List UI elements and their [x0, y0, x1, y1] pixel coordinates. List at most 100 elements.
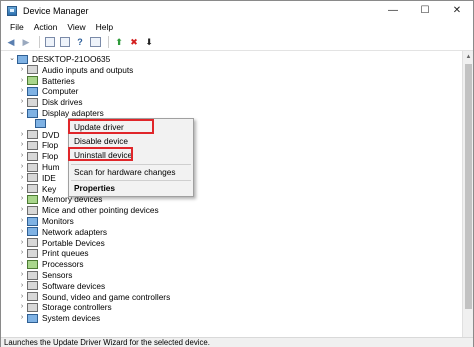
scroll-up-icon[interactable]: ▲: [463, 51, 474, 62]
toolbar: ◀ ▶ ? ⬆ ✖ ⬇: [1, 34, 473, 51]
expand-chevron-icon[interactable]: ›: [17, 216, 27, 226]
tree-item-label: Audio inputs and outputs: [42, 64, 134, 75]
device-category-icon: [27, 140, 38, 150]
tree-item[interactable]: › Network adapters: [17, 227, 107, 237]
maximize-button[interactable]: ☐: [409, 1, 441, 20]
device-manager-app-icon: [7, 5, 17, 16]
tree-item[interactable]: › Computer: [17, 86, 79, 96]
expand-chevron-icon[interactable]: ›: [17, 227, 27, 237]
expand-chevron-icon[interactable]: ›: [17, 76, 27, 86]
expand-chevron-icon[interactable]: ›: [17, 130, 27, 140]
expand-chevron-icon[interactable]: ›: [17, 162, 27, 172]
window-controls: — ☐ ✕: [377, 1, 473, 20]
device-category-icon: [27, 292, 38, 302]
show-hidden-icon[interactable]: [59, 36, 71, 48]
ctx-scan-hardware[interactable]: Scan for hardware changes: [69, 166, 193, 179]
tree-item[interactable]: › System devices: [17, 313, 100, 323]
tree-item[interactable]: › Software devices: [17, 281, 105, 291]
tree-item[interactable]: › Sound, video and game controllers: [17, 292, 170, 302]
expand-chevron-icon[interactable]: ›: [17, 302, 27, 312]
tree-item[interactable]: › Mice and other pointing devices: [17, 205, 159, 215]
tree-item[interactable]: › Storage controllers: [17, 302, 112, 312]
tree-item[interactable]: › DVD: [17, 130, 60, 140]
menu-bar: File Action View Help: [1, 20, 473, 34]
menu-help[interactable]: Help: [91, 22, 118, 32]
scrollbar-thumb[interactable]: [465, 64, 472, 309]
tree-item-label: System devices: [42, 313, 101, 324]
device-category-icon: [27, 216, 38, 226]
uninstall-icon[interactable]: ✖: [128, 36, 140, 48]
tree-root[interactable]: ⌄ DESKTOP-21OO635: [7, 54, 110, 64]
device-category-icon: [27, 248, 38, 258]
expand-chevron-icon[interactable]: ›: [17, 205, 27, 215]
properties-icon[interactable]: [44, 36, 56, 48]
device-manager-window: Device Manager — ☐ ✕ File Action View He…: [0, 0, 474, 347]
device-category-icon: [27, 281, 38, 291]
tree-item-label: Monitors: [42, 216, 74, 226]
tree-item[interactable]: ⌄ Display adapters: [17, 108, 104, 118]
tree-item[interactable]: › Print queues: [17, 248, 89, 258]
help-icon[interactable]: ?: [74, 36, 86, 48]
expand-chevron-icon[interactable]: ›: [17, 140, 27, 150]
forward-arrow-icon[interactable]: ▶: [20, 36, 32, 48]
minimize-button[interactable]: —: [377, 1, 409, 20]
tree-item-label: Flop: [42, 140, 59, 151]
tree-item-label: IDE: [42, 172, 56, 183]
tree-item[interactable]: › Batteries: [17, 76, 75, 86]
device-panel-icon[interactable]: [89, 36, 101, 48]
expand-chevron-icon[interactable]: ›: [17, 65, 27, 75]
computer-icon: [17, 54, 28, 64]
tree-item[interactable]: › Disk drives: [17, 97, 83, 107]
tree-item[interactable]: › IDE: [17, 173, 56, 183]
expand-chevron-icon[interactable]: ›: [17, 151, 27, 161]
expand-chevron-icon[interactable]: ›: [17, 86, 27, 96]
expand-chevron-icon[interactable]: ›: [17, 194, 27, 204]
expand-chevron-icon[interactable]: ›: [17, 313, 27, 323]
tree-item[interactable]: › Flop: [17, 151, 58, 161]
tree-item[interactable]: › Flop: [17, 140, 58, 150]
device-category-icon: [27, 205, 38, 215]
tree-root-label: DESKTOP-21OO635: [32, 54, 111, 64]
scan-icon[interactable]: ⬇: [143, 36, 155, 48]
ctx-separator: [71, 180, 191, 181]
expand-chevron-icon[interactable]: ›: [17, 292, 27, 302]
tree-item[interactable]: › Monitors: [17, 216, 74, 226]
expand-chevron-icon[interactable]: ›: [17, 97, 27, 107]
vertical-scrollbar[interactable]: ▲: [462, 51, 473, 337]
ctx-properties[interactable]: Properties: [69, 182, 193, 195]
device-category-icon: [27, 76, 38, 86]
tree-item[interactable]: › Hum: [17, 162, 60, 172]
expand-chevron-icon[interactable]: ›: [17, 270, 27, 280]
device-category-icon: [27, 65, 38, 75]
update-driver-icon[interactable]: ⬆: [113, 36, 125, 48]
toolbar-separator: [39, 36, 40, 48]
back-arrow-icon[interactable]: ◀: [5, 36, 17, 48]
expand-chevron-icon[interactable]: ›: [17, 248, 27, 258]
tree-item[interactable]: › Sensors: [17, 270, 73, 280]
menu-file[interactable]: File: [5, 22, 29, 32]
collapse-chevron-icon[interactable]: ⌄: [17, 108, 27, 118]
collapse-chevron-icon[interactable]: ⌄: [7, 54, 17, 64]
expand-chevron-icon[interactable]: ›: [17, 281, 27, 291]
device-category-icon: [27, 97, 38, 107]
device-category-icon: [27, 108, 38, 118]
display-adapter-device-icon[interactable]: [35, 119, 46, 128]
expand-chevron-icon[interactable]: ›: [17, 173, 27, 183]
expand-chevron-icon[interactable]: ›: [17, 238, 27, 248]
close-button[interactable]: ✕: [441, 1, 473, 20]
tree-item[interactable]: › Processors: [17, 259, 84, 269]
menu-view[interactable]: View: [62, 22, 90, 32]
tree-item-label: Batteries: [42, 75, 75, 86]
menu-action[interactable]: Action: [29, 22, 63, 32]
highlight-update-driver: [68, 119, 154, 134]
device-category-icon: [27, 302, 38, 312]
expand-chevron-icon[interactable]: ›: [17, 184, 27, 194]
device-category-icon: [27, 162, 38, 172]
device-category-icon: [27, 313, 38, 323]
tree-item[interactable]: › Audio inputs and outputs: [17, 64, 134, 75]
expand-chevron-icon[interactable]: ›: [17, 259, 27, 269]
tree-item[interactable]: › Key: [17, 184, 56, 194]
tree-item-label: Mice and other pointing devices: [42, 205, 159, 216]
tree-item-label: Disk drives: [42, 97, 83, 108]
tree-item[interactable]: › Portable Devices: [17, 238, 105, 248]
